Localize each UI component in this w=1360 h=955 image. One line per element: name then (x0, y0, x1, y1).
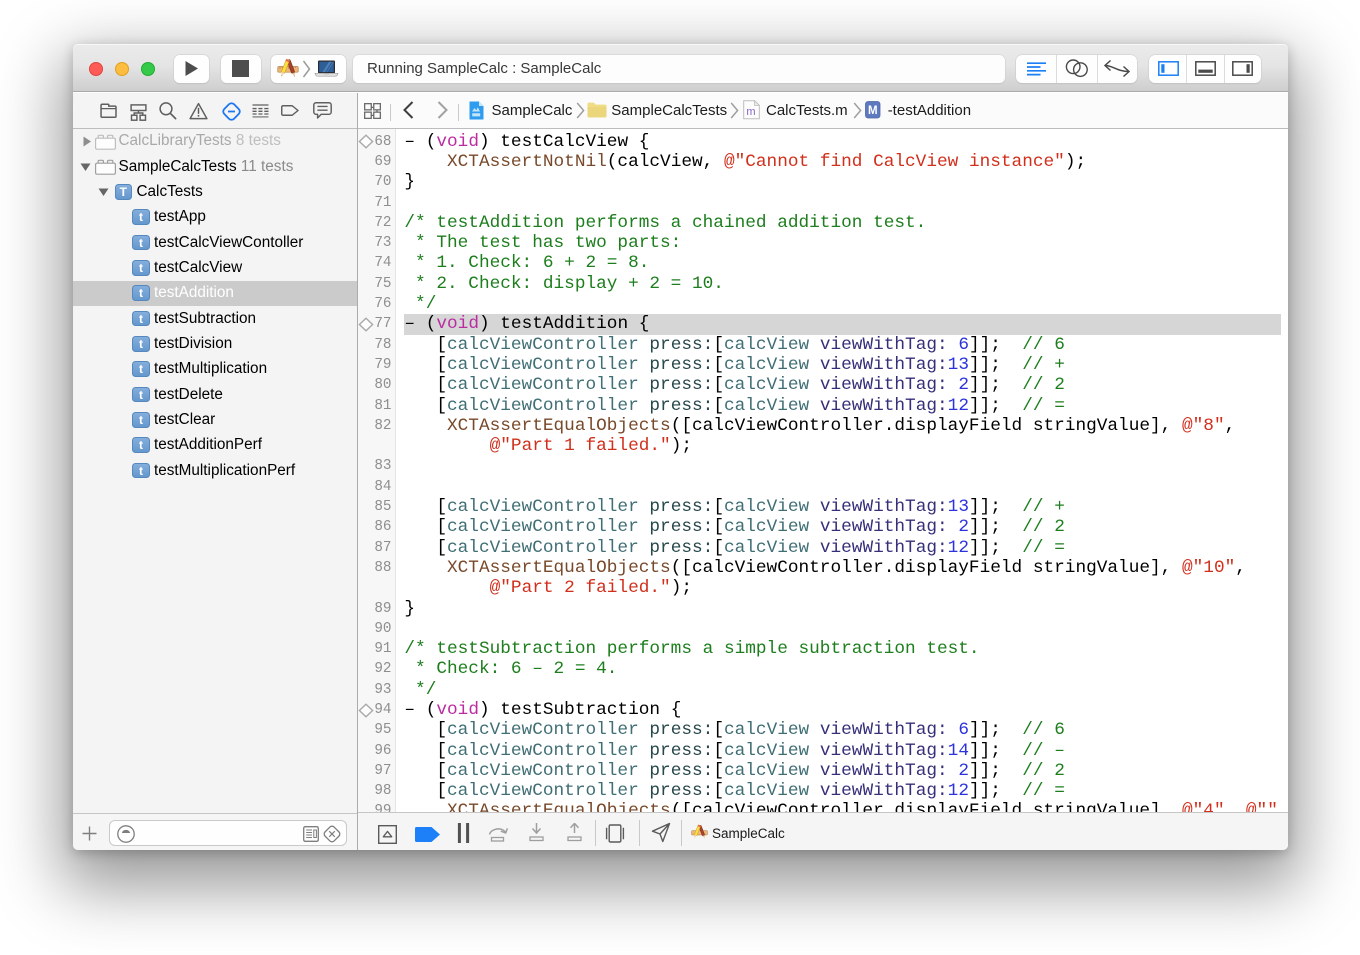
svg-text:m: m (746, 106, 755, 118)
svg-text:M: M (868, 105, 878, 117)
